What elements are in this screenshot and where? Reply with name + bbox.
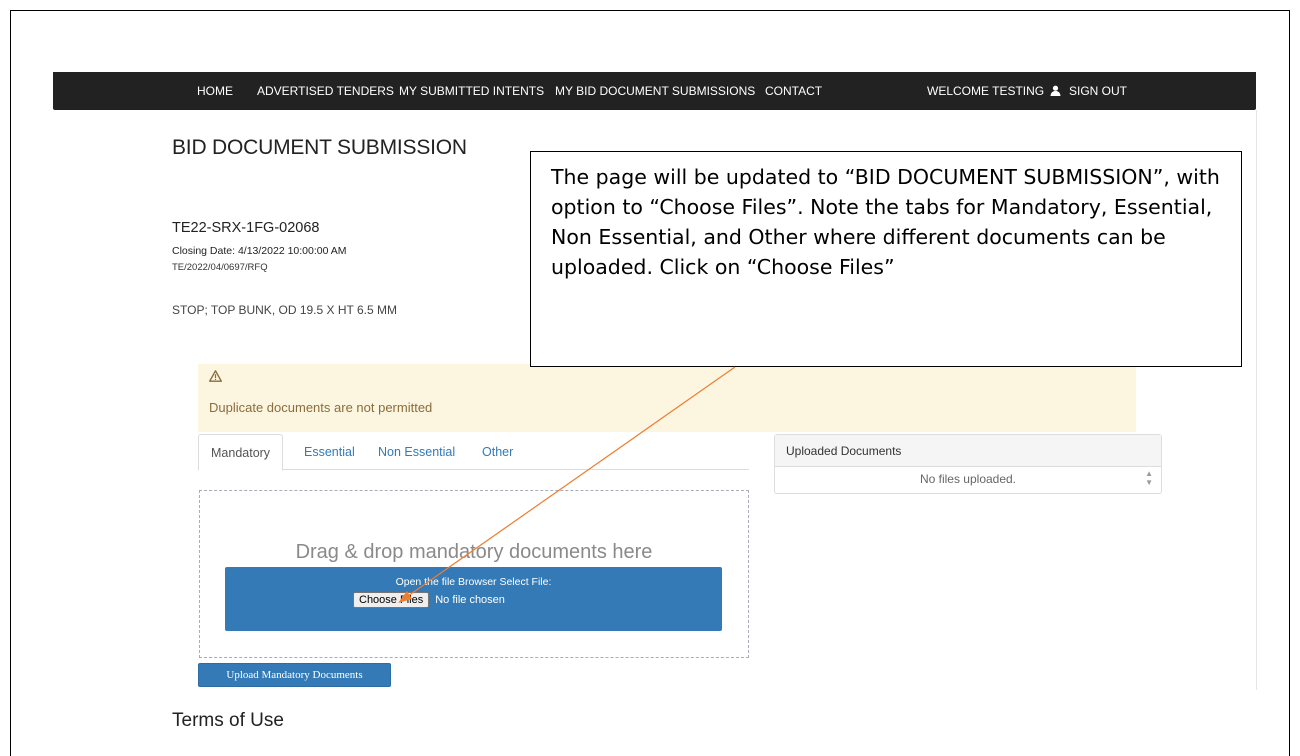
- nav-welcome-user[interactable]: WELCOME TESTING: [927, 84, 1061, 98]
- file-browser-label: Open the file Browser Select File:: [395, 576, 552, 588]
- file-input[interactable]: Choose Files No file chosen: [353, 592, 505, 608]
- item-description: STOP; TOP BUNK, OD 19.5 X HT 6.5 MM: [172, 303, 397, 317]
- nav-advertised-tenders[interactable]: ADVERTISED TENDERS: [257, 84, 394, 98]
- page-title: BID DOCUMENT SUBMISSION: [172, 136, 467, 159]
- nav-my-submitted-intents[interactable]: MY SUBMITTED INTENTS: [399, 84, 544, 98]
- top-navbar: HOME ADVERTISED TENDERS MY SUBMITTED INT…: [53, 72, 1256, 110]
- welcome-label: WELCOME TESTING: [927, 84, 1045, 98]
- tab-essential[interactable]: Essential: [292, 434, 367, 470]
- nav-home[interactable]: HOME: [197, 84, 233, 98]
- terms-heading: Terms of Use: [172, 710, 284, 731]
- tender-number: TE22-SRX-1FG-02068: [172, 220, 320, 236]
- closing-date: Closing Date: 4/13/2022 10:00:00 AM: [172, 245, 347, 257]
- nav-sign-out[interactable]: SIGN OUT: [1069, 84, 1127, 98]
- file-browser-box: Open the file Browser Select File: Choos…: [225, 567, 722, 631]
- nav-my-bid-document-submissions[interactable]: MY BID DOCUMENT SUBMISSIONS: [555, 84, 755, 98]
- warning-icon: [209, 370, 222, 382]
- instruction-callout: The page will be updated to “BID DOCUMEN…: [530, 151, 1242, 367]
- duplicate-warning-alert: Duplicate documents are not permitted: [198, 364, 1136, 432]
- tender-reference: TE/2022/04/0697/RFQ: [172, 262, 268, 273]
- page-right-border: [1256, 110, 1257, 690]
- user-icon: [1050, 85, 1061, 96]
- tab-other[interactable]: Other: [470, 434, 525, 470]
- upload-mandatory-button[interactable]: Upload Mandatory Documents: [198, 663, 391, 687]
- uploaded-documents-list[interactable]: No files uploaded. ▲ ▼: [775, 467, 1161, 493]
- file-status: No file chosen: [435, 594, 505, 606]
- no-files-message: No files uploaded.: [919, 472, 1017, 486]
- tab-mandatory[interactable]: Mandatory: [198, 434, 284, 471]
- uploaded-documents-header: Uploaded Documents: [775, 435, 1161, 467]
- tab-non-essential[interactable]: Non Essential: [366, 434, 467, 470]
- document-tabs: Mandatory Essential Non Essential Other: [198, 434, 749, 471]
- nav-contact[interactable]: CONTACT: [765, 84, 822, 98]
- uploaded-documents-panel: Uploaded Documents No files uploaded. ▲ ▼: [774, 434, 1162, 494]
- scroll-spinner-icon[interactable]: ▲ ▼: [1145, 469, 1153, 487]
- mandatory-dropzone[interactable]: Drag & drop mandatory documents here Ope…: [199, 490, 749, 658]
- dropzone-title: Drag & drop mandatory documents here: [295, 541, 653, 563]
- choose-files-button[interactable]: Choose Files: [353, 592, 430, 608]
- alert-message: Duplicate documents are not permitted: [209, 400, 433, 415]
